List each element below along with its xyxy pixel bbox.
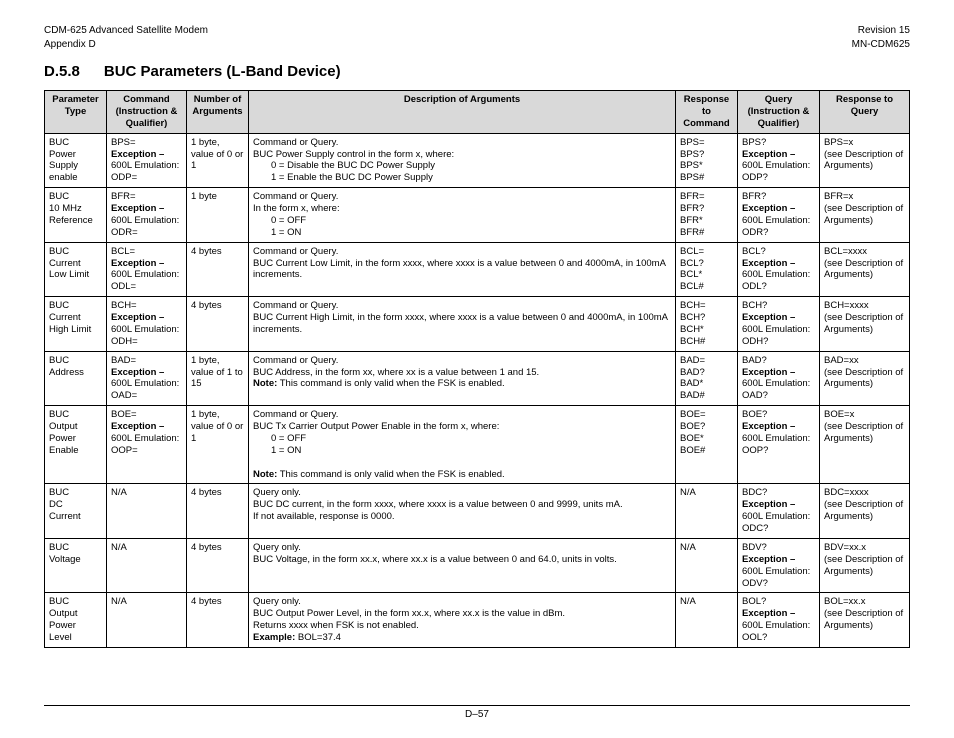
cell-query: BAD?Exception –600L Emulation:OAD? (738, 351, 820, 406)
cell-resp-cmd: BAD=BAD?BAD*BAD# (676, 351, 738, 406)
cell-resp-cmd: N/A (676, 593, 738, 648)
cell-resp-qry: BPS=x(see Description of Arguments) (820, 133, 910, 188)
hdr-r1: Revision 15 (858, 25, 910, 36)
cell-query: BFR?Exception –600L Emulation:ODR? (738, 188, 820, 243)
cell-param-type: BUCCurrentLow Limit (45, 242, 107, 297)
cell-nargs: 4 bytes (187, 297, 249, 352)
table-row: BUCOutput PowerLevelN/A4 bytesQuery only… (45, 593, 910, 648)
page-footer: D–57 (44, 705, 910, 720)
hdr-r2: MN-CDM625 (852, 39, 910, 50)
cell-description: Command or Query.BUC Current High Limit,… (249, 297, 676, 352)
cell-resp-qry: BFR=x(see Description of Arguments) (820, 188, 910, 243)
cell-query: BOE?Exception –600L Emulation:OOP? (738, 406, 820, 484)
cell-nargs: 4 bytes (187, 538, 249, 593)
table-row: BUC10 MHzReferenceBFR=Exception –600L Em… (45, 188, 910, 243)
header-right: Revision 15 MN-CDM625 (852, 24, 910, 51)
cell-description: Command or Query.BUC Current Low Limit, … (249, 242, 676, 297)
cell-description: Command or Query.BUC Tx Carrier Output P… (249, 406, 676, 484)
cell-description: Command or Query.BUC Power Supply contro… (249, 133, 676, 188)
cell-param-type: BUCPower Supply enable (45, 133, 107, 188)
cell-command: N/A (107, 484, 187, 539)
cell-command: N/A (107, 538, 187, 593)
cell-query: BCL?Exception –600L Emulation:ODL? (738, 242, 820, 297)
cell-resp-cmd: BPS=BPS?BPS*BPS# (676, 133, 738, 188)
hdr-l1: CDM-625 Advanced Satellite Modem (44, 25, 208, 36)
col-query: Query (Instruction & Qualifier) (738, 91, 820, 134)
cell-description: Command or Query.In the form x, where:0 … (249, 188, 676, 243)
col-resp-qry: Response to Query (820, 91, 910, 134)
cell-resp-qry: BCH=xxxx(see Description of Arguments) (820, 297, 910, 352)
header-left: CDM-625 Advanced Satellite Modem Appendi… (44, 24, 208, 51)
cell-query: BPS?Exception –600L Emulation:ODP? (738, 133, 820, 188)
cell-description: Query only.BUC Voltage, in the form xx.x… (249, 538, 676, 593)
cell-resp-qry: BAD=xx(see Description of Arguments) (820, 351, 910, 406)
table-row: BUCCurrentHigh LimitBCH=Exception –600L … (45, 297, 910, 352)
table-row: BUCAddressBAD=Exception –600L Emulation:… (45, 351, 910, 406)
cell-param-type: BUCAddress (45, 351, 107, 406)
cell-nargs: 1 byte (187, 188, 249, 243)
cell-command: BCL=Exception –600L Emulation:ODL= (107, 242, 187, 297)
cell-resp-cmd: BFR=BFR?BFR*BFR# (676, 188, 738, 243)
cell-query: BOL?Exception –600L Emulation:OOL? (738, 593, 820, 648)
cell-command: BPS=Exception –600L Emulation:ODP= (107, 133, 187, 188)
cell-query: BDV?Exception –600L Emulation:ODV? (738, 538, 820, 593)
page-number: D–57 (465, 709, 489, 720)
section-number: D.5.8 (44, 63, 80, 80)
cell-description: Query only.BUC Output Power Level, in th… (249, 593, 676, 648)
table-row: BUCOutput PowerEnableBOE=Exception –600L… (45, 406, 910, 484)
cell-description: Query only.BUC DC current, in the form x… (249, 484, 676, 539)
table-row: BUCPower Supply enableBPS=Exception –600… (45, 133, 910, 188)
cell-command: N/A (107, 593, 187, 648)
col-command: Command (Instruction & Qualifier) (107, 91, 187, 134)
cell-command: BOE=Exception –600L Emulation:OOP= (107, 406, 187, 484)
cell-nargs: 4 bytes (187, 242, 249, 297)
cell-resp-qry: BDC=xxxx(see Description of Arguments) (820, 484, 910, 539)
cell-resp-cmd: BCH=BCH?BCH*BCH# (676, 297, 738, 352)
table-header-row: Parameter Type Command (Instruction & Qu… (45, 91, 910, 134)
cell-resp-qry: BCL=xxxx(see Description of Arguments) (820, 242, 910, 297)
col-param-type: Parameter Type (45, 91, 107, 134)
cell-resp-cmd: N/A (676, 538, 738, 593)
col-resp-cmd: Response to Command (676, 91, 738, 134)
cell-param-type: BUCOutput PowerEnable (45, 406, 107, 484)
cell-resp-cmd: BOE=BOE?BOE*BOE# (676, 406, 738, 484)
cell-nargs: 1 byte, value of 0 or 1 (187, 133, 249, 188)
cell-resp-cmd: BCL=BCL?BCL*BCL# (676, 242, 738, 297)
cell-nargs: 4 bytes (187, 484, 249, 539)
cell-description: Command or Query.BUC Address, in the for… (249, 351, 676, 406)
cell-resp-cmd: N/A (676, 484, 738, 539)
cell-nargs: 1 byte, value of 0 or 1 (187, 406, 249, 484)
cell-query: BCH?Exception –600L Emulation:ODH? (738, 297, 820, 352)
cell-param-type: BUCVoltage (45, 538, 107, 593)
cell-command: BCH=Exception –600L Emulation:ODH= (107, 297, 187, 352)
page-header: CDM-625 Advanced Satellite Modem Appendi… (44, 24, 910, 51)
section-title: D.5.8 BUC Parameters (L-Band Device) (44, 63, 910, 80)
cell-param-type: BUCOutput PowerLevel (45, 593, 107, 648)
table-row: BUCDCCurrentN/A4 bytesQuery only.BUC DC … (45, 484, 910, 539)
col-desc: Description of Arguments (249, 91, 676, 134)
cell-param-type: BUCDCCurrent (45, 484, 107, 539)
section-text: BUC Parameters (L-Band Device) (104, 63, 341, 80)
cell-param-type: BUC10 MHzReference (45, 188, 107, 243)
table-row: BUCCurrentLow LimitBCL=Exception –600L E… (45, 242, 910, 297)
cell-command: BAD=Exception –600L Emulation:OAD= (107, 351, 187, 406)
cell-nargs: 1 byte, value of 1 to 15 (187, 351, 249, 406)
cell-resp-qry: BDV=xx.x(see Description of Arguments) (820, 538, 910, 593)
cell-resp-qry: BOE=x(see Description of Arguments) (820, 406, 910, 484)
table-row: BUCVoltageN/A4 bytesQuery only.BUC Volta… (45, 538, 910, 593)
cell-resp-qry: BOL=xx.x(see Description of Arguments) (820, 593, 910, 648)
cell-query: BDC?Exception –600L Emulation:ODC? (738, 484, 820, 539)
cell-command: BFR=Exception –600L Emulation:ODR= (107, 188, 187, 243)
parameters-table: Parameter Type Command (Instruction & Qu… (44, 90, 910, 648)
cell-param-type: BUCCurrentHigh Limit (45, 297, 107, 352)
cell-nargs: 4 bytes (187, 593, 249, 648)
hdr-l2: Appendix D (44, 39, 96, 50)
col-nargs: Number of Arguments (187, 91, 249, 134)
